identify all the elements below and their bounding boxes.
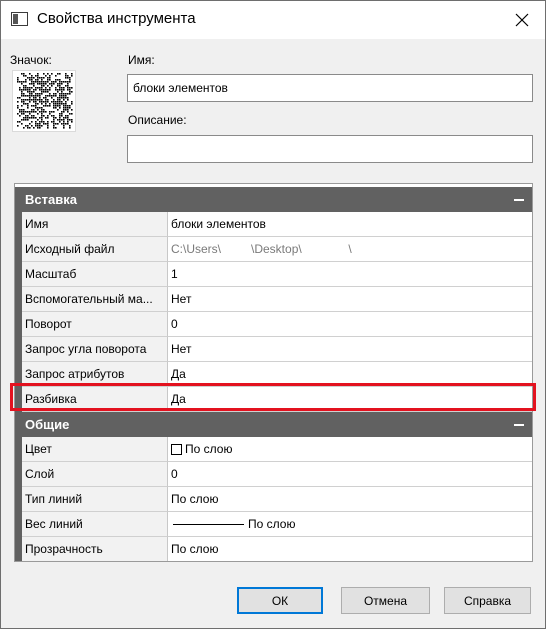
help-button[interactable]: Справка (444, 587, 531, 614)
window-icon (11, 12, 28, 26)
category-general-title: Общие (25, 417, 70, 432)
property-value[interactable]: 0 (168, 312, 532, 337)
category-general[interactable]: Общие (15, 412, 532, 437)
color-swatch-icon (171, 443, 182, 455)
property-row-transparency[interactable]: Прозрачность По слою (15, 537, 532, 561)
category-insert-title: Вставка (25, 192, 77, 207)
ok-button[interactable]: ОК (237, 587, 323, 614)
color-value: По слою (185, 442, 233, 456)
icon-label: Значок: (10, 53, 52, 67)
property-key: Прозрачность (22, 537, 168, 561)
property-row-color[interactable]: Цвет По слою (15, 437, 532, 462)
property-value[interactable]: По слою (168, 537, 532, 561)
property-key: Исходный файл (22, 237, 168, 262)
property-value[interactable]: Да (168, 362, 532, 387)
window-title: Свойства инструмента (37, 10, 196, 27)
property-row-source-file[interactable]: Исходный файл C:\Users\ \Desktop\ \ (15, 237, 532, 262)
property-value: C:\Users\ \Desktop\ \ (168, 237, 532, 262)
property-key: Слой (22, 462, 168, 487)
property-key: Разбивка (22, 387, 168, 412)
tool-icon-preview[interactable] (12, 70, 76, 132)
property-row-prompt-rotation[interactable]: Запрос угла поворота Нет (15, 337, 532, 362)
name-input[interactable]: блоки элементов (127, 74, 533, 102)
close-button[interactable] (499, 1, 545, 39)
property-key: Запрос атрибутов (22, 362, 168, 387)
property-value[interactable]: Нет (168, 287, 532, 312)
property-key: Поворот (22, 312, 168, 337)
title-bar: Свойства инструмента (1, 1, 545, 39)
collapse-icon[interactable] (506, 412, 532, 437)
cancel-button[interactable]: Отмена (341, 587, 430, 614)
block-preview-icon (13, 71, 75, 131)
property-key: Масштаб (22, 262, 168, 287)
property-value[interactable]: По слою (168, 437, 532, 462)
property-key: Вес линий (22, 512, 168, 537)
collapse-icon[interactable] (506, 187, 532, 212)
property-value[interactable]: Да (168, 387, 532, 412)
description-input[interactable] (127, 135, 533, 163)
property-row-rotation[interactable]: Поворот 0 (15, 312, 532, 337)
property-row-layer[interactable]: Слой 0 (15, 462, 532, 487)
property-key: Имя (22, 212, 168, 237)
property-row-aux-scale[interactable]: Вспомогательный ма... Нет (15, 287, 532, 312)
lineweight-value: По слою (248, 517, 296, 531)
description-label: Описание: (128, 113, 187, 127)
property-key: Вспомогательный ма... (22, 287, 168, 312)
property-key: Запрос угла поворота (22, 337, 168, 362)
property-value[interactable]: 1 (168, 262, 532, 287)
close-icon (515, 13, 529, 27)
property-value[interactable]: По слою (168, 512, 532, 537)
property-value[interactable]: блоки элементов (168, 212, 532, 237)
property-key: Тип линий (22, 487, 168, 512)
property-value[interactable]: 0 (168, 462, 532, 487)
property-row-name[interactable]: Имя блоки элементов (15, 212, 532, 237)
property-row-linetype[interactable]: Тип линий По слою (15, 487, 532, 512)
property-key: Цвет (22, 437, 168, 462)
lineweight-sample-icon (173, 523, 244, 525)
tool-properties-dialog: Свойства инструмента Значок: Имя: блоки … (0, 0, 546, 629)
property-value[interactable]: Нет (168, 337, 532, 362)
property-row-explode[interactable]: Разбивка Да (15, 387, 532, 412)
property-row-prompt-attributes[interactable]: Запрос атрибутов Да (15, 362, 532, 387)
property-row-scale[interactable]: Масштаб 1 (15, 262, 532, 287)
property-value[interactable]: По слою (168, 487, 532, 512)
property-row-lineweight[interactable]: Вес линий По слою (15, 512, 532, 537)
property-grid: Вставка Имя блоки элементов Исходный фай… (14, 183, 533, 562)
category-insert[interactable]: Вставка (15, 187, 532, 212)
name-label: Имя: (128, 53, 155, 67)
